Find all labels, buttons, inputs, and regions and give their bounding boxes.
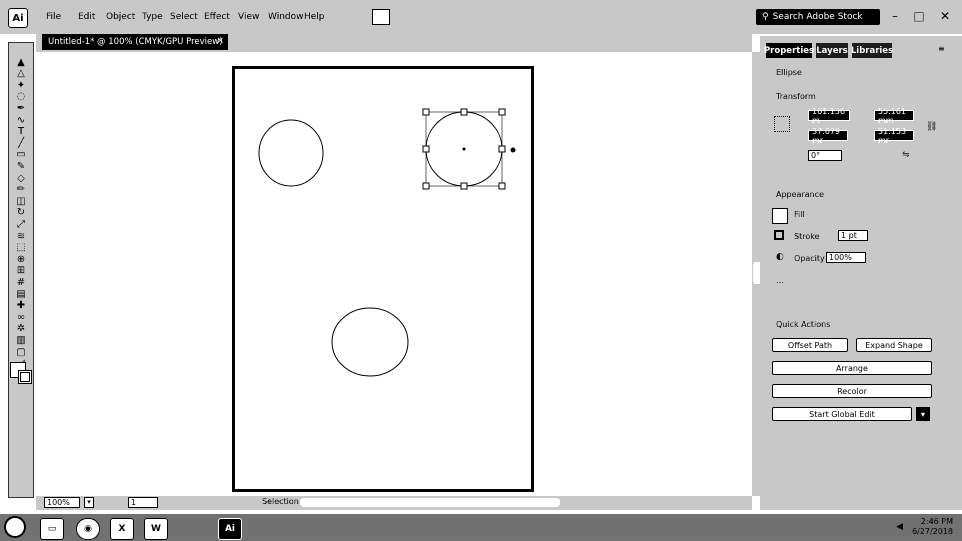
constrain-proportions-icon[interactable]: ⛓ bbox=[926, 122, 937, 132]
expand-shape-button[interactable]: Expand Shape bbox=[856, 338, 932, 352]
rotate-angle-field[interactable]: 0° bbox=[808, 150, 842, 161]
fill-label: Fill bbox=[794, 210, 805, 219]
tab-layers[interactable]: Layers bbox=[816, 43, 848, 58]
current-tool-label: Selection bbox=[262, 497, 299, 506]
properties-panel bbox=[760, 36, 962, 510]
reference-point-icon[interactable] bbox=[774, 116, 790, 132]
start-button-icon[interactable] bbox=[4, 516, 26, 538]
selection-type-label: Ellipse bbox=[776, 68, 802, 77]
recolor-button[interactable]: Recolor bbox=[772, 384, 932, 398]
volume-icon[interactable]: ◀ bbox=[896, 522, 903, 532]
clock-time: 2:46 PM bbox=[920, 517, 954, 526]
selection-bounding-box[interactable] bbox=[422, 108, 516, 190]
more-options-icon[interactable]: … bbox=[776, 276, 784, 285]
chrome-icon[interactable]: ◉ bbox=[76, 518, 100, 540]
offset-path-button[interactable]: Offset Path bbox=[772, 338, 848, 352]
stroke-label: Stroke bbox=[794, 232, 820, 241]
width-field[interactable]: 37.679 mr bbox=[808, 127, 848, 145]
word-icon[interactable]: W bbox=[144, 518, 168, 540]
circle-shape[interactable] bbox=[258, 119, 324, 187]
tab-properties[interactable]: Properties bbox=[764, 43, 814, 58]
transform-section-title: Transform bbox=[776, 92, 816, 101]
x-position-field[interactable]: 161.156 m bbox=[808, 107, 850, 125]
quick-actions-title: Quick Actions bbox=[776, 320, 831, 329]
opacity-field[interactable]: 100% bbox=[826, 252, 866, 263]
system-clock[interactable]: 2:46 PM 6/27/2018 bbox=[912, 517, 953, 537]
stroke-color-swatch[interactable] bbox=[774, 230, 784, 240]
zoom-level-field[interactable]: 100% bbox=[44, 497, 80, 508]
ellipse-shape[interactable] bbox=[331, 307, 409, 377]
opacity-label: Opacity bbox=[794, 254, 825, 263]
opacity-icon: ◐ bbox=[776, 252, 784, 262]
panel-menu-icon[interactable]: ≡ bbox=[938, 44, 945, 53]
appearance-section-title: Appearance bbox=[776, 190, 825, 199]
stroke-weight-field[interactable]: 1 pt bbox=[838, 230, 868, 241]
artboard-number-field[interactable]: 1 bbox=[128, 497, 158, 508]
height-field[interactable]: 31.153 mr bbox=[874, 127, 914, 145]
clock-date: 6/27/2018 bbox=[912, 527, 954, 536]
y-position-field[interactable]: 55.161 mm bbox=[874, 107, 914, 125]
illustrator-taskbar-icon[interactable]: Ai bbox=[218, 518, 242, 540]
zoom-dropdown-icon[interactable]: ▾ bbox=[84, 497, 94, 508]
arrange-button[interactable]: Arrange bbox=[772, 361, 932, 375]
flip-icon[interactable]: ⇋ bbox=[902, 150, 910, 160]
horizontal-scroll-thumb[interactable] bbox=[300, 498, 560, 507]
tab-libraries[interactable]: Libraries bbox=[851, 43, 893, 58]
start-global-edit-button[interactable]: Start Global Edit bbox=[772, 407, 912, 421]
excel-icon[interactable]: X bbox=[110, 518, 134, 540]
global-edit-options-icon[interactable]: ▾ bbox=[916, 407, 930, 421]
fill-color-swatch[interactable] bbox=[772, 208, 788, 224]
explorer-icon[interactable]: ▭ bbox=[40, 518, 64, 540]
